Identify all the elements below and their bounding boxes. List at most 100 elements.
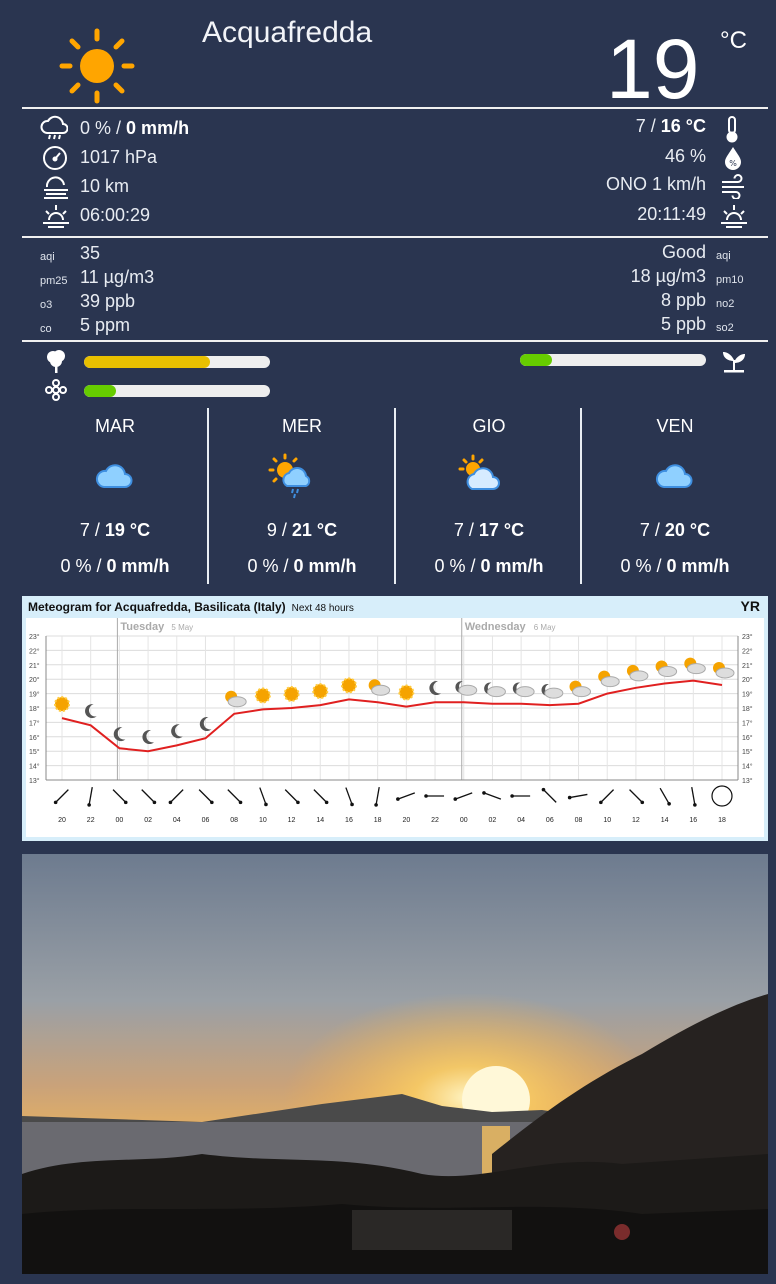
wind-arrow [455,792,473,800]
y-tick-label: 22° [29,647,40,655]
x-tick-label: 22 [87,817,95,824]
meteogram-title: Meteogram for Acquafredda, Basilicata (I… [28,600,286,614]
x-tick-label: 14 [316,817,324,824]
wind-arrow-head [53,800,58,805]
wind-arrow-head [453,797,458,801]
y-tick-label: 17° [742,719,753,727]
y-tick-label: 18° [742,705,753,713]
day-label: Tuesday [120,621,165,633]
y-tick-label: 19° [742,691,753,699]
wind-arrow-head [238,800,243,805]
wind-arrow-head [350,802,354,807]
sun-symbol [312,683,329,700]
meteogram: Meteogram for Acquafredda, Basilicata (I… [22,596,768,841]
x-tick-label: 06 [202,817,210,824]
flower-pollen-fill [84,385,116,397]
pm25-value: 11 µg/m3 [80,267,155,287]
wind-arrow [345,787,353,805]
wind-arrow-head [296,800,300,805]
wind-arrow [198,789,213,803]
forecast-max: 20 °C [664,520,711,540]
forecast-rain-rate: 0 mm/h [106,556,170,576]
forecast-rain: 0 % / 0 mm/h [620,556,730,576]
meteogram-chart: Tuesday 5 May Wednesday 6 May 23° 23° 22° 22°… [29,618,753,824]
forecast-max: 19 °C [104,520,151,540]
sun-symbol [283,686,300,702]
wind-arrow [629,789,643,803]
forecast-day-name: VEN [656,416,694,436]
temp-min: 7 [635,116,646,136]
tree-pollen-fill [84,356,211,368]
x-tick-label: 18 [374,817,382,824]
pressure-gauge-icon [42,145,68,171]
forecast-rain: 0 % / 0 mm/h [60,556,170,576]
wind-value: ONO 1 km/h [605,174,706,194]
y-tick-label: 17° [29,719,40,727]
forecast-temps: 7 / 17 °C [453,520,525,540]
wind-arrow-head [693,803,697,807]
sun-cloud-symbol [715,667,735,679]
wind-arrow-head [264,802,268,807]
current-temperature: 19 [606,22,700,116]
wind-arrow [483,792,502,800]
divider [22,236,768,238]
x-tick-label: 22 [431,817,439,824]
temperature-unit: °C [720,27,747,54]
tree-pollen-bar [84,356,270,368]
rain-rate: 0 mm/h [126,118,190,138]
sun-symbol [54,696,70,713]
wind-arrow-head [482,791,486,795]
x-tick-label: 16 [689,817,697,824]
meteogram-plot: Tuesday 5 May Wednesday 6 May 23° 23° 22° 22°… [26,618,764,837]
cloud-icon [94,456,136,497]
y-tick-label: 16° [29,734,40,742]
temperature-line [61,679,723,753]
tree-pollen-icon [44,348,70,374]
wind-arrow-head [168,800,173,805]
y-tick-label: 16° [742,734,753,742]
wind-arrow-head [87,803,91,807]
humidity-drop-icon: % [722,145,748,171]
x-tick-label: 16 [345,817,353,824]
forecast-rain: 0 % / 0 mm/h [434,556,544,576]
wind-arrow [569,793,588,799]
moon-cloud-symbol [515,686,535,698]
x-tick-label: 10 [259,817,267,824]
x-tick-label: 00 [115,817,123,824]
webcam-image [22,854,768,1274]
x-tick-label: 20 [58,817,66,824]
forecast-day-name: GIO [472,416,506,436]
wind-arrow [691,787,696,805]
forecast-rain: 0 % / 0 mm/h [247,556,357,576]
sunrise-time: 06:00:29 [80,205,151,225]
sun-cloud-symbol [572,686,592,698]
x-tick-label: 02 [489,817,497,824]
y-tick-label: 22° [742,647,753,655]
wind-arrow [227,789,241,803]
forecast-min: 7 [79,520,90,540]
forecast-rain-pct: 0 % [434,556,466,576]
meteogram-header: Meteogram for Acquafredda, Basilicata (I… [28,600,354,614]
wind-arrow-head [210,800,214,805]
sun-symbol [340,677,357,694]
y-tick-label: 15° [29,748,40,756]
wind-arrow [375,787,380,805]
thermometer-icon [722,115,748,143]
wind-arrow-head [640,800,645,805]
wind-arrow [259,787,267,805]
forecast-day-name: MAR [95,416,135,436]
x-tick-label: 04 [517,817,525,824]
wind-arrow-head [599,800,603,805]
wind-arrow [55,789,69,803]
forecast-day: VEN 7 / 20 °C 0 % / 0 mm/h [582,408,768,584]
forecast-temps: 7 / 20 °C [639,520,711,540]
wind-arrow-head [510,794,514,798]
forecast-min: 9 [266,520,277,540]
y-tick-label: 20° [742,676,753,684]
forecast-max: 21 °C [291,520,338,540]
wind-arrow [88,787,93,805]
y-tick-label: 21° [29,662,40,670]
wind-arrow-head [567,795,572,800]
forecast-day: MER 9 / 21 °C 0 % / 0 mm/h [209,408,395,584]
y-tick-label: 23° [29,633,40,641]
